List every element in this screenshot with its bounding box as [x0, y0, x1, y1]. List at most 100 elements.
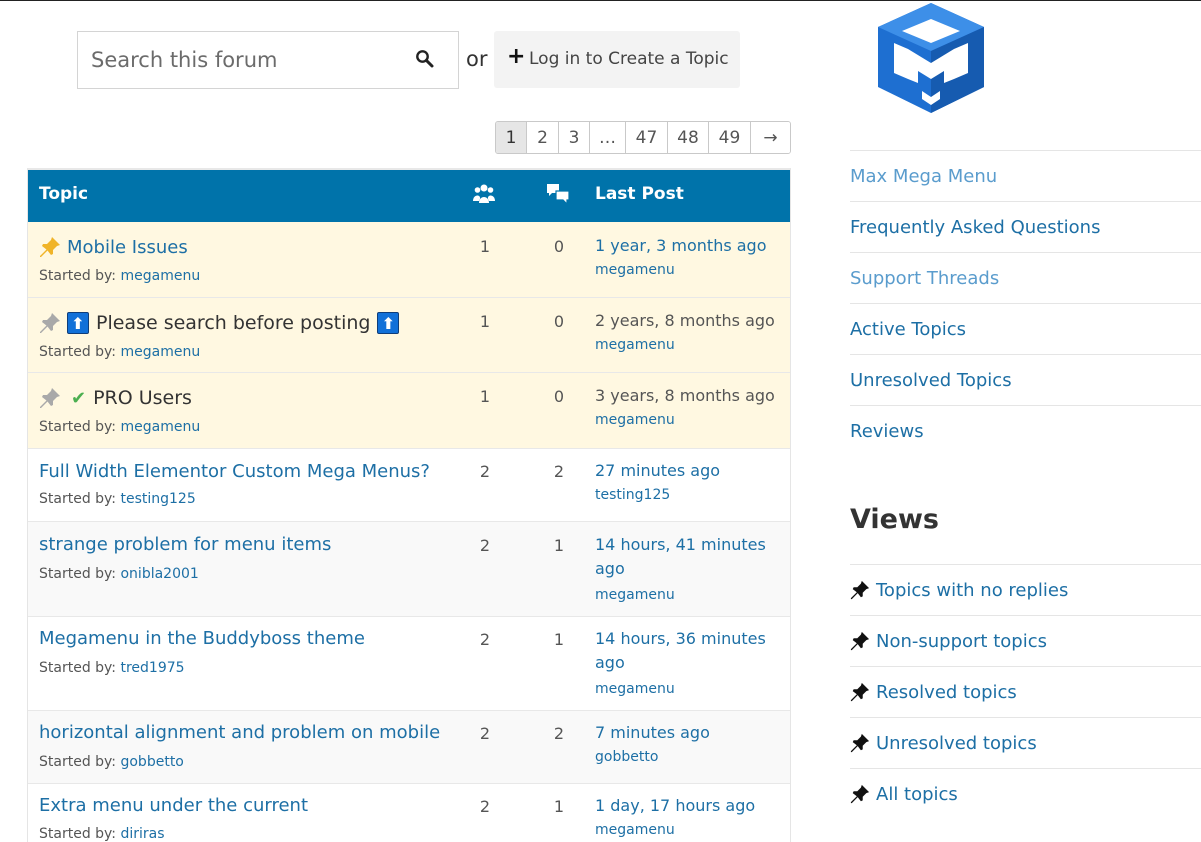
- topic-row: Megamenu in the Buddyboss theme Started …: [28, 617, 790, 711]
- topic-row: Mobile Issues Started by: megamenu 1 0 1…: [28, 222, 790, 298]
- freshness-link[interactable]: 1 day, 17 hours ago: [595, 796, 755, 815]
- topic-author-link[interactable]: tred1975: [120, 660, 184, 676]
- check-icon: ✔: [71, 387, 87, 409]
- topic-author-link[interactable]: megamenu: [120, 268, 200, 284]
- topic-row: ⬆ Please search before posting ⬆ Started…: [28, 298, 790, 373]
- login-button-label: Log in to Create a Topic: [529, 49, 729, 69]
- view-label: Topics with no replies: [876, 579, 1069, 601]
- started-by: Started by: onibla2001: [39, 566, 199, 582]
- freshness-link[interactable]: 1 year, 3 months ago: [595, 236, 767, 255]
- voice-count: 1: [479, 312, 491, 331]
- sidebar-link-reviews[interactable]: Reviews: [850, 405, 1201, 456]
- freshness-link[interactable]: 14 hours, 36 minutes ago: [595, 629, 766, 672]
- started-by-label: Started by:: [39, 344, 117, 360]
- post-count: 2: [553, 462, 565, 481]
- started-by-label: Started by:: [39, 419, 117, 435]
- freshness-link[interactable]: 2 years, 8 months ago: [595, 311, 775, 330]
- plus-icon: +: [507, 44, 526, 69]
- started-by: Started by: tred1975: [39, 660, 185, 676]
- topic-row: horizontal alignment and problem on mobi…: [28, 711, 790, 784]
- freshness-link[interactable]: 3 years, 8 months ago: [595, 386, 775, 405]
- last-poster-link[interactable]: megamenu: [595, 408, 785, 432]
- last-poster-link[interactable]: gobbetto: [595, 745, 785, 769]
- search-input[interactable]: [78, 32, 398, 88]
- topic-title-link[interactable]: PRO Users: [93, 387, 192, 409]
- topic-author-link[interactable]: testing125: [120, 491, 195, 507]
- login-create-topic-button[interactable]: + Log in to Create a Topic: [494, 31, 740, 88]
- post-count: 2: [553, 724, 565, 743]
- page-link[interactable]: 3: [558, 122, 589, 153]
- last-poster-link[interactable]: megamenu: [595, 677, 775, 701]
- sticky-pin-icon: [40, 388, 60, 408]
- last-post: 27 minutes ago testing125: [595, 459, 785, 507]
- freshness-link[interactable]: 7 minutes ago: [595, 723, 710, 742]
- sticky-pin-icon: [40, 313, 60, 333]
- voice-count: 1: [479, 387, 491, 406]
- sidebar-link-faq[interactable]: Frequently Asked Questions: [850, 201, 1201, 252]
- page-link[interactable]: 48: [667, 122, 708, 153]
- view-label: Unresolved topics: [876, 732, 1037, 754]
- view-label: All topics: [876, 783, 958, 805]
- last-poster-link[interactable]: testing125: [595, 483, 785, 507]
- topic-author-link[interactable]: onibla2001: [120, 566, 198, 582]
- views-heading: Views: [850, 504, 940, 535]
- topic-title-link[interactable]: strange problem for menu items: [39, 534, 331, 555]
- freshness-link[interactable]: 27 minutes ago: [595, 461, 720, 480]
- topic-title-link[interactable]: Please search before posting: [96, 312, 370, 334]
- topic-title-link[interactable]: Extra menu under the current: [39, 795, 308, 816]
- topic-row: Extra menu under the current Started by:…: [28, 784, 790, 842]
- search-icon[interactable]: [415, 49, 435, 69]
- freshness-link[interactable]: 14 hours, 41 minutes ago: [595, 535, 766, 578]
- pagination: 1 2 3 … 47 48 49 →: [495, 121, 791, 154]
- last-post: 1 year, 3 months ago megamenu: [595, 234, 785, 282]
- view-link-no-replies[interactable]: Topics with no replies: [850, 564, 1201, 615]
- topic-author-link[interactable]: diriras: [120, 826, 164, 842]
- voice-count: 1: [479, 237, 491, 256]
- header-last-post: Last Post: [595, 184, 684, 204]
- pin-icon: [850, 733, 870, 753]
- voice-count: 2: [479, 536, 491, 555]
- views-list: Topics with no replies Non-support topic…: [850, 564, 1201, 819]
- started-by: Started by: diriras: [39, 826, 165, 842]
- last-post: 3 years, 8 months ago megamenu: [595, 384, 785, 432]
- pin-icon: [850, 682, 870, 702]
- view-link-all-topics[interactable]: All topics: [850, 768, 1201, 819]
- forum-search-box[interactable]: [77, 31, 459, 89]
- sidebar-link-support-threads[interactable]: Support Threads: [850, 252, 1201, 303]
- last-poster-link[interactable]: megamenu: [595, 583, 775, 607]
- view-link-non-support[interactable]: Non-support topics: [850, 615, 1201, 666]
- started-by: Started by: megamenu: [39, 268, 200, 284]
- topic-title-link[interactable]: Megamenu in the Buddyboss theme: [39, 628, 365, 649]
- post-count: 1: [553, 536, 565, 555]
- sidebar-menu: Max Mega Menu Frequently Asked Questions…: [850, 150, 1201, 456]
- view-link-unresolved[interactable]: Unresolved topics: [850, 717, 1201, 768]
- sidebar-link-max-mega-menu[interactable]: Max Mega Menu: [850, 150, 1201, 201]
- last-poster-link[interactable]: megamenu: [595, 818, 785, 842]
- max-mega-menu-logo: [878, 3, 984, 113]
- pin-icon: [850, 580, 870, 600]
- sidebar-link-active-topics[interactable]: Active Topics: [850, 303, 1201, 354]
- users-icon: [473, 184, 495, 203]
- up-arrow-icon: ⬆: [67, 312, 89, 334]
- sidebar-link-unresolved-topics[interactable]: Unresolved Topics: [850, 354, 1201, 405]
- page-link[interactable]: 2: [526, 122, 558, 153]
- started-by-label: Started by:: [39, 268, 117, 284]
- topic-title-link[interactable]: horizontal alignment and problem on mobi…: [39, 722, 440, 743]
- post-count: 0: [553, 387, 565, 406]
- post-count: 0: [553, 237, 565, 256]
- topic-author-link[interactable]: gobbetto: [120, 754, 183, 770]
- last-poster-link[interactable]: megamenu: [595, 333, 785, 357]
- last-post: 2 years, 8 months ago megamenu: [595, 309, 785, 357]
- next-page-link[interactable]: →: [750, 122, 790, 153]
- topic-title-link[interactable]: Full Width Elementor Custom Mega Menus?: [39, 461, 430, 482]
- topic-author-link[interactable]: megamenu: [120, 344, 200, 360]
- last-poster-link[interactable]: megamenu: [595, 258, 785, 282]
- view-link-resolved[interactable]: Resolved topics: [850, 666, 1201, 717]
- page-link-current[interactable]: 1: [496, 122, 526, 153]
- started-by-label: Started by:: [39, 660, 117, 676]
- topic-author-link[interactable]: megamenu: [120, 419, 200, 435]
- topic-title-link[interactable]: Mobile Issues: [67, 237, 188, 258]
- page-link[interactable]: 49: [708, 122, 750, 153]
- sticky-pin-icon: [40, 237, 60, 257]
- page-link[interactable]: 47: [625, 122, 667, 153]
